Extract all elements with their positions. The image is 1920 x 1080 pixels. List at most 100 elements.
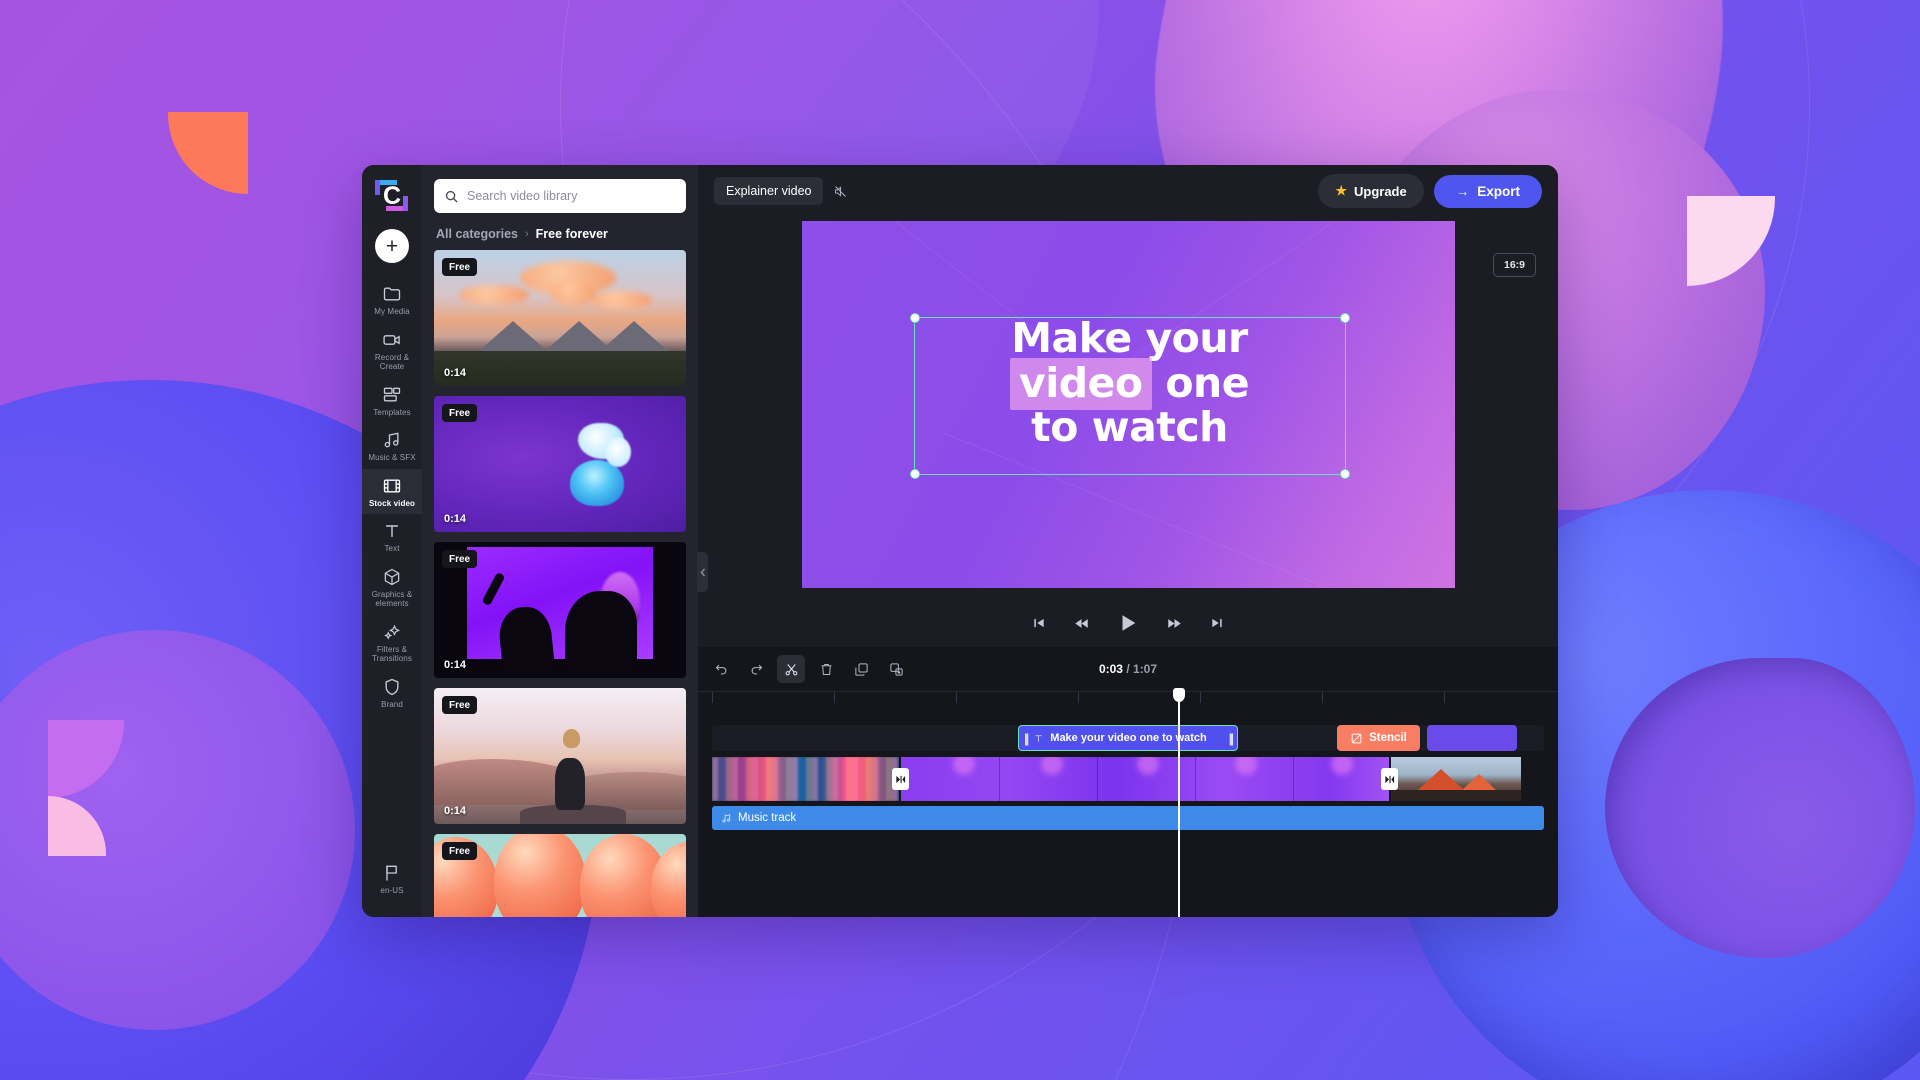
clipchamp-app-window: C + My Media Record & Create Templates M… [362, 165, 1558, 917]
skip-to-start-button[interactable] [1032, 616, 1046, 630]
timeline-tracks: || Make your video one to watch || Stenc… [698, 711, 1558, 830]
search-icon [444, 189, 459, 204]
delete-button[interactable] [812, 655, 840, 683]
stock-video-item[interactable]: Free 0:14 [434, 688, 686, 824]
total-time: 1:07 [1133, 662, 1158, 676]
sidebar-item-record-create[interactable]: Record & Create [362, 323, 422, 378]
breadcrumb-root[interactable]: All categories [436, 227, 518, 241]
video-clip-1[interactable] [712, 757, 899, 801]
free-badge: Free [442, 696, 478, 714]
folder-icon [382, 284, 402, 304]
text-clip-secondary[interactable] [1427, 725, 1517, 761]
split-scissors-button[interactable] [777, 655, 805, 683]
stock-video-item[interactable]: Free [434, 834, 686, 917]
arrow-right-icon: → [1455, 183, 1470, 199]
sidebar-item-label: Graphics & elements [371, 589, 413, 609]
music-track[interactable]: Music track [712, 806, 1544, 830]
free-badge: Free [442, 404, 478, 422]
sidebar-item-label: Music & SFX [368, 453, 416, 462]
play-button[interactable] [1117, 612, 1139, 634]
playhead[interactable] [1173, 688, 1185, 917]
stencil-clip[interactable]: Stencil [1337, 725, 1420, 751]
duplicate-button[interactable] [847, 655, 875, 683]
overlay-track[interactable]: || Make your video one to watch || Stenc… [712, 725, 1544, 761]
playback-controls [698, 599, 1558, 647]
preview-canvas-wrapper: Make your video one to watch [801, 221, 1455, 588]
sidebar-item-locale[interactable]: en-US [362, 856, 422, 902]
star-icon: ★ [1335, 183, 1347, 198]
collapse-panel-button[interactable] [697, 552, 708, 592]
sidebar-item-brand[interactable]: Brand [362, 670, 422, 716]
clip-trim-handle-left[interactable]: || [1024, 731, 1029, 746]
free-badge: Free [442, 550, 478, 568]
rewind-button[interactable] [1074, 616, 1089, 631]
preview-stage: Make your video one to watch 16:9 [697, 217, 1558, 599]
stock-video-item[interactable]: Free 0:14 [434, 250, 686, 386]
fast-forward-button[interactable] [1167, 616, 1182, 631]
text-clip-label: Make your video one to watch [1050, 732, 1207, 744]
stock-video-item[interactable]: Free 0:14 [434, 396, 686, 532]
video-preview-canvas[interactable]: Make your video one to watch [801, 221, 1455, 588]
locale-label: en-US [380, 885, 404, 895]
speaker-muted-icon[interactable] [833, 184, 848, 199]
canvas-text-overlay[interactable]: Make your video one to watch [925, 316, 1335, 450]
editor-main: Explainer video ★ Upgrade → Export Make … [697, 165, 1558, 917]
time-separator: / [1126, 662, 1130, 676]
duration-label: 0:14 [444, 513, 467, 525]
aspect-ratio-button[interactable]: 16:9 [1492, 253, 1536, 277]
search-input[interactable] [467, 189, 676, 203]
free-badge: Free [442, 258, 478, 276]
flag-icon [382, 863, 402, 883]
skip-to-end-button[interactable] [1210, 616, 1224, 630]
search-bar[interactable] [434, 179, 686, 213]
upgrade-label: Upgrade [1354, 183, 1407, 199]
text-line-2-rest: one [1165, 358, 1250, 407]
sidebar-item-label: My Media [374, 307, 410, 316]
resize-handle-bottom-left[interactable] [909, 469, 920, 479]
stock-video-item[interactable]: Free 0:14 [434, 542, 686, 678]
export-button[interactable]: → Export [1433, 174, 1542, 208]
video-clip-2[interactable] [901, 757, 1389, 801]
project-name-field[interactable]: Explainer video [714, 177, 824, 205]
upgrade-button[interactable]: ★ Upgrade [1318, 174, 1424, 208]
add-media-button[interactable]: + [375, 229, 409, 263]
duration-label: 0:14 [444, 805, 467, 817]
sidebar-item-filters-transitions[interactable]: Filters & Transitions [362, 615, 422, 670]
sidebar-item-text[interactable]: Text [362, 514, 422, 560]
sidebar-item-label: Text [384, 544, 400, 553]
text-line-2: video one [925, 357, 1335, 410]
split-transition-button[interactable] [1381, 768, 1398, 790]
sidebar-item-templates[interactable]: Templates [362, 378, 422, 424]
resize-handle-bottom-right[interactable] [1339, 469, 1350, 479]
undo-button[interactable] [707, 655, 735, 683]
camera-icon [382, 330, 402, 350]
text-clip[interactable]: || Make your video one to watch || [1018, 725, 1238, 751]
sidebar-item-music-sfx[interactable]: Music & SFX [362, 423, 422, 469]
redo-button[interactable] [742, 655, 770, 683]
resize-handle-top-left[interactable] [909, 313, 920, 323]
timeline-ruler[interactable] [698, 691, 1558, 711]
timeline-time-readout: 0:03 / 1:07 [1099, 662, 1157, 676]
timeline-toolbar: 0:03 / 1:07 [698, 647, 1558, 691]
resize-handle-top-right[interactable] [1339, 313, 1350, 323]
video-track[interactable] [712, 757, 1544, 801]
stock-video-library-panel: All categories › Free forever Free 0:14 [422, 165, 698, 917]
split-transition-button[interactable] [892, 768, 909, 790]
sidebar-item-my-media[interactable]: My Media [362, 277, 422, 323]
clip-trim-handle-right[interactable]: || [1229, 731, 1234, 746]
duration-label: 0:14 [444, 659, 467, 671]
export-label: Export [1477, 183, 1520, 199]
timeline-panel: 0:03 / 1:07 || Make your video one to wa… [698, 647, 1558, 917]
cube-icon [382, 567, 402, 587]
breadcrumb: All categories › Free forever [436, 227, 686, 241]
sidebar-item-label: Filters & Transitions [372, 644, 412, 664]
sidebar-item-stock-video[interactable]: Stock video [362, 468, 422, 514]
music-note-icon [721, 813, 732, 824]
music-track-label: Music track [738, 812, 797, 824]
text-line-1: Make your [1011, 314, 1248, 362]
video-clip-3[interactable] [1391, 757, 1521, 801]
sidebar-item-graphics-elements[interactable]: Graphics & elements [362, 560, 422, 615]
sidebar-item-label: Stock video [368, 498, 415, 508]
playhead-knob[interactable] [1173, 688, 1185, 702]
save-to-media-button[interactable] [882, 655, 910, 683]
